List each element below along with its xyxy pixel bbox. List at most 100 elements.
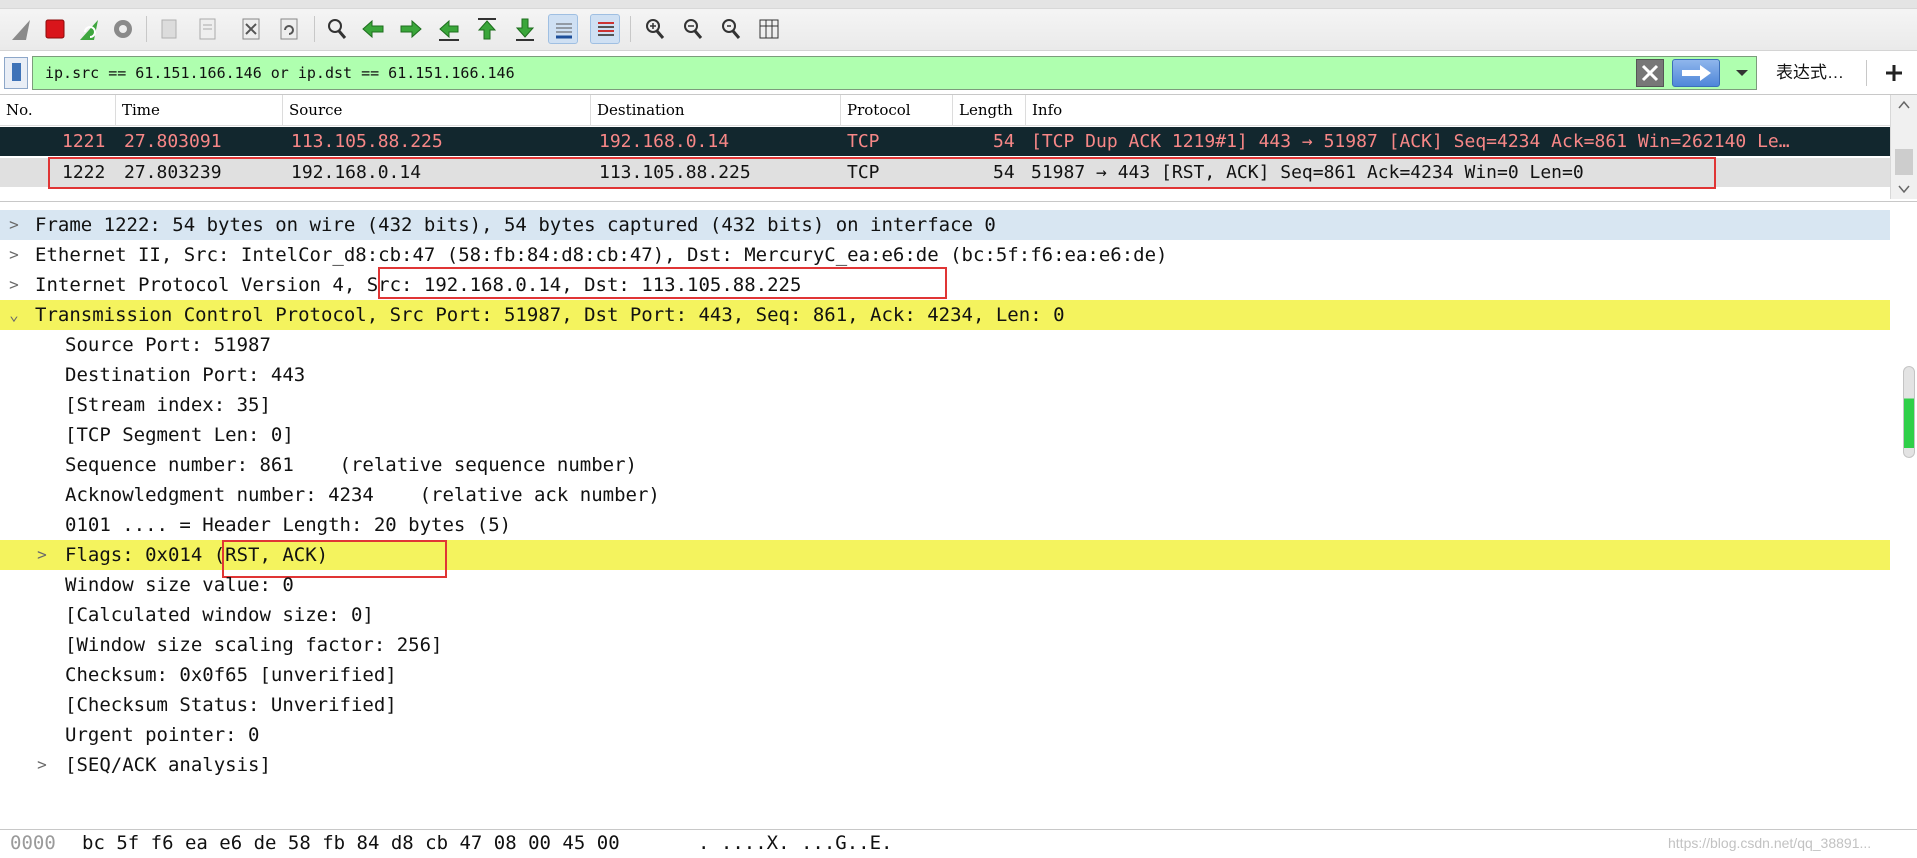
packet-bytes-pane: 0000 bc 5f f6 ea e6 de 58 fb 84 d8 cb 47…: [0, 829, 1917, 858]
zoom-in-icon[interactable]: [640, 14, 670, 44]
row-indicator: [0, 158, 14, 187]
tree-field-label: 0101 .... = Header Length: 20 bytes (5): [65, 514, 512, 536]
tree-field-label: Acknowledgment number: 4234 (relative ac…: [65, 484, 660, 506]
chevron-right-icon[interactable]: >: [32, 540, 52, 570]
add-filter-button[interactable]: [1880, 59, 1908, 87]
tree-field-label: Sequence number: 861 (relative sequence …: [65, 454, 637, 476]
arrow-right-icon: [1682, 65, 1711, 81]
stop-capture-icon[interactable]: [40, 14, 70, 44]
chevron-right-icon[interactable]: >: [32, 750, 52, 780]
restart-capture-icon[interactable]: [74, 14, 104, 44]
column-header-protocol[interactable]: Protocol: [841, 95, 953, 125]
tree-field-label: Urgent pointer: 0: [65, 724, 260, 746]
tree-field[interactable]: [Calculated window size: 0]: [0, 600, 1890, 630]
chevron-right-icon[interactable]: >: [4, 210, 24, 240]
packet-info: [TCP Dup ACK 1219#1] 443 → 51987 [ACK] S…: [1031, 131, 1790, 152]
column-header-source[interactable]: Source: [283, 95, 591, 125]
packet-list-scrollbar[interactable]: [1890, 95, 1917, 199]
chevron-down-icon[interactable]: ⌄: [4, 300, 24, 330]
clear-filter-button[interactable]: [1636, 59, 1664, 87]
tree-field[interactable]: [Stream index: 35]: [0, 390, 1890, 420]
packet-row[interactable]: 1221 27.803091 113.105.88.225 192.168.0.…: [14, 127, 1890, 156]
tree-item-label: Frame 1222: 54 bytes on wire (432 bits),…: [35, 214, 996, 236]
packet-length: 54: [993, 162, 1015, 183]
reload-file-icon[interactable]: [274, 14, 304, 44]
details-scrollbar[interactable]: [1890, 206, 1917, 824]
filter-bookmark-icon[interactable]: [4, 57, 28, 89]
column-header-info[interactable]: Info: [1026, 95, 1890, 125]
tree-field[interactable]: Destination Port: 443: [0, 360, 1890, 390]
packet-list-pane: No. Time Source Destination Protocol Len…: [0, 94, 1917, 202]
column-header-time[interactable]: Time: [116, 95, 283, 125]
packet-no: 1222: [62, 162, 106, 183]
find-packet-icon[interactable]: [322, 14, 352, 44]
tree-field-label: [TCP Segment Len: 0]: [65, 424, 294, 446]
close-file-icon[interactable]: [236, 14, 266, 44]
zoom-out-icon[interactable]: [678, 14, 708, 44]
bytes-hex[interactable]: bc 5f f6 ea e6 de 58 fb 84 d8 cb 47 08 0…: [82, 832, 620, 854]
tree-field[interactable]: [TCP Segment Len: 0]: [0, 420, 1890, 450]
tree-field[interactable]: Checksum: 0x0f65 [unverified]: [0, 660, 1890, 690]
go-last-packet-icon[interactable]: [510, 14, 540, 44]
tree-field-label: Source Port: 51987: [65, 334, 271, 356]
tree-item-flags[interactable]: > Flags: 0x014 (RST, ACK): [0, 540, 1890, 570]
auto-scroll-icon[interactable]: [548, 14, 578, 44]
tree-field-label: [SEQ/ACK analysis]: [65, 754, 271, 776]
open-file-icon[interactable]: [154, 14, 184, 44]
packet-destination: 113.105.88.225: [599, 162, 751, 183]
capture-options-icon[interactable]: [108, 14, 138, 44]
tree-field[interactable]: Acknowledgment number: 4234 (relative ac…: [0, 480, 1890, 510]
packet-time: 27.803239: [124, 162, 222, 183]
column-header-destination[interactable]: Destination: [591, 95, 841, 125]
packet-row-selected[interactable]: 1222 27.803239 192.168.0.14 113.105.88.2…: [14, 158, 1890, 187]
chevron-right-icon[interactable]: >: [4, 240, 24, 270]
tree-field-label: Flags: 0x014 (RST, ACK): [65, 544, 329, 566]
main-toolbar: [0, 0, 1917, 51]
packet-source: 192.168.0.14: [291, 162, 422, 183]
display-filter-bar: ip.src == 61.151.166.146 or ip.dst == 61…: [0, 54, 1917, 92]
tree-item-label: Internet Protocol Version 4, Src: 192.16…: [35, 274, 802, 296]
shark-fin-icon[interactable]: [6, 14, 36, 44]
tree-field[interactable]: [Window size scaling factor: 256]: [0, 630, 1890, 660]
packet-details-pane: > Frame 1222: 54 bytes on wire (432 bits…: [0, 206, 1917, 824]
tree-field[interactable]: [Checksum Status: Unverified]: [0, 690, 1890, 720]
column-header-length[interactable]: Length: [953, 95, 1026, 125]
tree-field-label: [Checksum Status: Unverified]: [65, 694, 397, 716]
tree-field[interactable]: Sequence number: 861 (relative sequence …: [0, 450, 1890, 480]
filter-history-dropdown[interactable]: [1728, 59, 1756, 87]
tree-item-ethernet[interactable]: > Ethernet II, Src: IntelCor_d8:cb:47 (5…: [0, 240, 1890, 270]
save-file-icon[interactable]: [192, 14, 222, 44]
row-indicator: [0, 127, 14, 156]
packet-protocol: TCP: [847, 131, 880, 152]
column-header-no[interactable]: No.: [0, 95, 116, 125]
tree-item-tcp[interactable]: ⌄ Transmission Control Protocol, Src Por…: [0, 300, 1890, 330]
expression-button[interactable]: 表达式…: [1776, 59, 1844, 87]
tree-field[interactable]: Source Port: 51987: [0, 330, 1890, 360]
tree-field[interactable]: Window size value: 0: [0, 570, 1890, 600]
go-back-icon[interactable]: [358, 14, 388, 44]
go-first-packet-icon[interactable]: [472, 14, 502, 44]
menu-bar-edge: [0, 0, 1917, 9]
plus-icon: [1886, 65, 1902, 81]
tree-item-ip[interactable]: > Internet Protocol Version 4, Src: 192.…: [0, 270, 1890, 300]
resize-columns-icon[interactable]: [754, 14, 784, 44]
packet-info: 51987 → 443 [RST, ACK] Seq=861 Ack=4234 …: [1031, 162, 1584, 183]
scrollbar-thumb[interactable]: [1895, 149, 1913, 175]
tree-field[interactable]: Urgent pointer: 0: [0, 720, 1890, 750]
bytes-ascii[interactable]: . ....X. ...G..E.: [698, 832, 892, 854]
go-forward-icon[interactable]: [396, 14, 426, 44]
packet-destination: 192.168.0.14: [599, 131, 730, 152]
scrollbar-thumb[interactable]: [1903, 366, 1915, 458]
normal-size-icon[interactable]: [716, 14, 746, 44]
tree-item-seq-ack-analysis[interactable]: > [SEQ/ACK analysis]: [0, 750, 1890, 780]
toolbar-separator: [630, 16, 631, 42]
colorize-icon[interactable]: [590, 14, 620, 44]
tree-field[interactable]: 0101 .... = Header Length: 20 bytes (5): [0, 510, 1890, 540]
apply-filter-button[interactable]: [1672, 59, 1720, 87]
chevron-right-icon[interactable]: >: [4, 270, 24, 300]
go-to-packet-icon[interactable]: [434, 14, 464, 44]
tree-item-frame[interactable]: > Frame 1222: 54 bytes on wire (432 bits…: [0, 210, 1890, 240]
display-filter-input[interactable]: ip.src == 61.151.166.146 or ip.dst == 61…: [32, 56, 1757, 90]
watermark: https://blog.csdn.net/qq_38891...: [1668, 835, 1872, 851]
filter-separator: [1866, 60, 1867, 86]
